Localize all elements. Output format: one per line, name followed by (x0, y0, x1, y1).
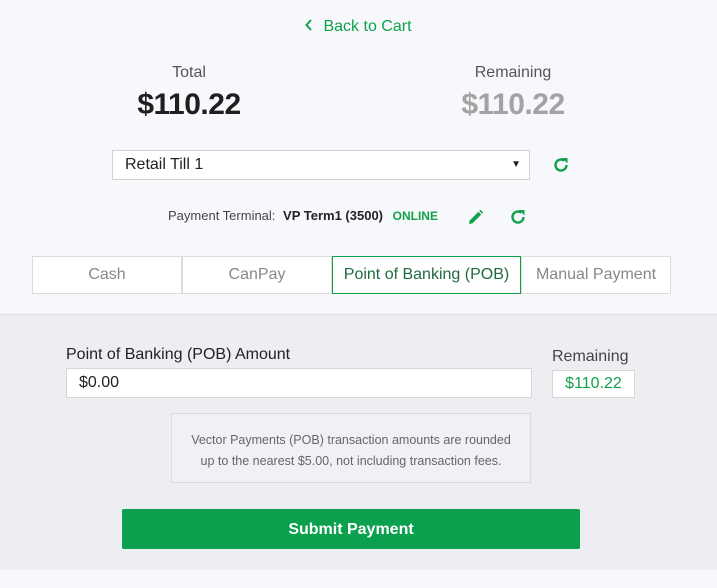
pob-amount-label: Point of Banking (POB) Amount (66, 346, 291, 363)
terminal-refresh-icon[interactable] (509, 208, 527, 231)
remaining-value: $110.22 (461, 88, 565, 121)
back-to-cart-label: Back to Cart (323, 18, 412, 35)
back-to-cart-link[interactable]: Back to Cart (0, 18, 717, 36)
footer-strip (0, 570, 717, 588)
tab-point-of-banking[interactable]: Point of Banking (POB) (332, 256, 521, 294)
pob-amount-input[interactable] (66, 368, 532, 398)
till-refresh-icon[interactable] (552, 156, 570, 179)
caret-down-icon: ▼ (511, 159, 521, 170)
total-summary: Total $110.22 (79, 64, 299, 122)
pob-remaining-value: $110.22 (552, 370, 635, 398)
remaining-summary: Remaining $110.22 (403, 64, 623, 122)
till-select[interactable]: Retail Till 1 ▼ (112, 150, 530, 180)
terminal-name: VP Term1 (3500) (283, 208, 384, 223)
total-label: Total (172, 64, 206, 81)
pob-note-line-2: up to the nearest $5.00, not including t… (200, 454, 502, 468)
chevron-left-icon (305, 19, 313, 34)
tab-cash[interactable]: Cash (32, 256, 182, 294)
pob-rounding-note: Vector Payments (POB) transaction amount… (171, 413, 531, 483)
submit-payment-button[interactable]: Submit Payment (122, 509, 580, 549)
terminal-status-badge: ONLINE (392, 209, 438, 223)
pob-remaining-label: Remaining (552, 348, 629, 365)
pob-note-line-1: Vector Payments (POB) transaction amount… (191, 433, 511, 447)
tab-canpay[interactable]: CanPay (182, 256, 332, 294)
remaining-label: Remaining (474, 64, 552, 81)
tab-manual-payment[interactable]: Manual Payment (521, 256, 671, 294)
payment-terminal-row: Payment Terminal: VP Term1 (3500) ONLINE (168, 208, 438, 223)
till-select-value: Retail Till 1 (125, 156, 204, 173)
pencil-icon[interactable] (467, 209, 484, 231)
terminal-label: Payment Terminal: (168, 208, 276, 223)
total-value: $110.22 (137, 88, 241, 121)
